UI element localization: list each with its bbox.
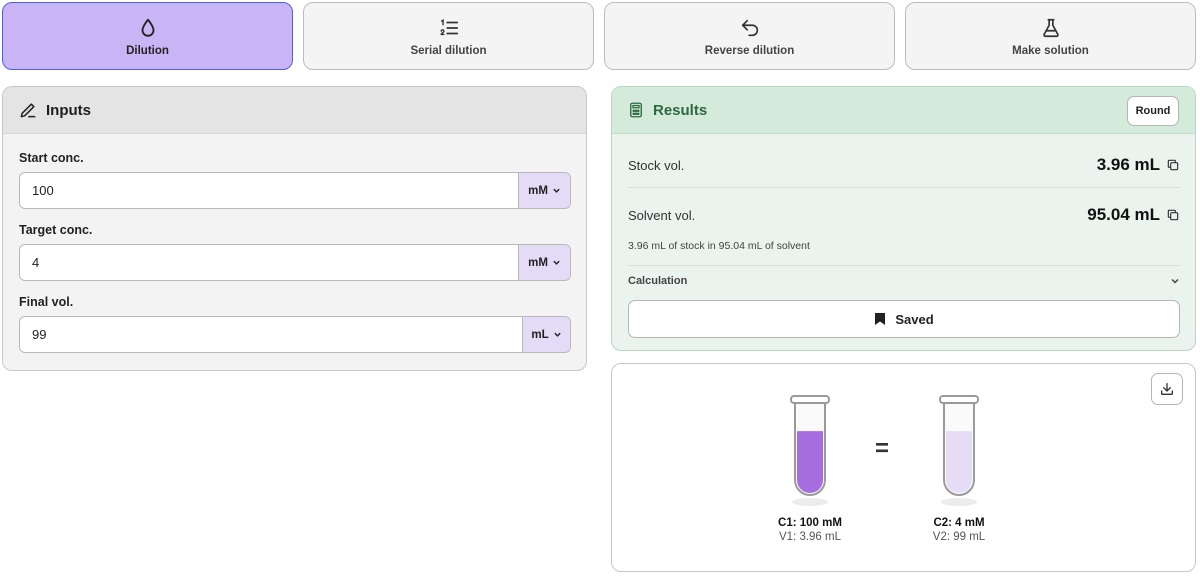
target-conc-label: Target conc. xyxy=(19,223,93,237)
final-vol-field: 99 mL xyxy=(19,316,571,353)
tube-rim xyxy=(790,395,830,404)
solvent-vol-value-group: 95.04 mL xyxy=(1087,205,1180,225)
final-volume: V2: 99 mL xyxy=(932,531,986,543)
solvent-vol-label: Solvent vol. xyxy=(628,207,696,223)
droplet-icon xyxy=(141,18,154,37)
download-icon xyxy=(1161,383,1173,395)
stock-volume: V1: 3.96 mL xyxy=(778,531,841,543)
start-conc-input[interactable]: 100 xyxy=(20,173,518,208)
tab-label: Dilution xyxy=(126,45,169,57)
inputs-header: Inputs xyxy=(3,87,586,134)
inputs-panel: Inputs Start conc. 100 mM Target conc. 4… xyxy=(2,86,587,371)
start-conc-label: Start conc. xyxy=(19,151,84,165)
stock-concentration: C1: 100 mM xyxy=(778,517,842,529)
round-button[interactable]: Round xyxy=(1127,96,1179,126)
tab-dilution[interactable]: Dilution xyxy=(2,2,293,70)
numbered-list-icon xyxy=(440,18,458,36)
target-conc-input[interactable]: 4 xyxy=(20,245,518,280)
calculation-toggle[interactable]: Calculation xyxy=(628,275,1180,287)
copy-icon[interactable] xyxy=(1166,158,1180,172)
tab-reverse-dilution[interactable]: Reverse dilution xyxy=(604,2,895,70)
unit-label: mM xyxy=(528,184,548,197)
tube-rim xyxy=(939,395,979,404)
calculator-icon xyxy=(630,102,642,118)
download-button[interactable] xyxy=(1151,373,1183,405)
calculator-mode-tabs: Dilution Serial dilution Reverse dilutio… xyxy=(2,2,1197,70)
equals-sign: = xyxy=(875,435,890,462)
final-vol-unit-select[interactable]: mL xyxy=(522,317,570,352)
bookmark-icon xyxy=(875,313,886,325)
solvent-vol-row: Solvent vol. 95.04 mL xyxy=(628,205,1180,225)
flask-icon xyxy=(1042,18,1059,38)
undo-arrow-icon xyxy=(741,19,758,37)
tab-serial-dilution[interactable]: Serial dilution xyxy=(303,2,594,70)
tube-liquid xyxy=(797,431,823,493)
tab-label: Serial dilution xyxy=(410,45,487,57)
chevron-down-icon xyxy=(553,260,560,265)
divider xyxy=(628,265,1180,266)
tube-liquid xyxy=(946,431,972,493)
tube-shadow xyxy=(792,498,828,506)
solvent-vol-value: 95.04 mL xyxy=(1087,205,1160,224)
diluted-tube xyxy=(939,395,979,506)
chevron-down-icon xyxy=(553,332,561,337)
chevron-down-icon xyxy=(553,188,560,193)
divider xyxy=(628,187,1180,188)
stock-vol-label: Stock vol. xyxy=(628,157,685,173)
stock-vol-row: Stock vol. 3.96 mL xyxy=(628,155,1180,175)
stock-vol-value: 3.96 mL xyxy=(1096,155,1160,174)
results-panel: Results Round Stock vol. 3.96 mL Solvent… xyxy=(611,86,1196,351)
saved-button[interactable]: Saved xyxy=(628,300,1180,338)
final-vol-label: Final vol. xyxy=(19,295,74,309)
result-summary: 3.96 mL of stock in 95.04 mL of solvent xyxy=(628,240,810,252)
unit-label: mM xyxy=(528,256,548,269)
chevron-down-icon xyxy=(1171,278,1179,284)
tab-label: Make solution xyxy=(1012,45,1089,57)
tab-label: Reverse dilution xyxy=(704,45,795,57)
start-conc-unit-select[interactable]: mM xyxy=(518,173,570,208)
saved-label: Saved xyxy=(895,311,934,327)
target-conc-field: 4 mM xyxy=(19,244,571,281)
start-conc-field: 100 mM xyxy=(19,172,571,209)
tab-make-solution[interactable]: Make solution xyxy=(905,2,1196,70)
dilution-visual-panel: = C1: 100 mM V1: 3.96 mL C2: 4 mM V2: 99… xyxy=(611,363,1196,572)
stock-vol-value-group: 3.96 mL xyxy=(1097,155,1180,175)
final-concentration: C2: 4 mM xyxy=(933,517,985,529)
final-vol-input[interactable]: 99 xyxy=(20,317,522,352)
inputs-title: Inputs xyxy=(46,101,91,119)
diluted-tube-caption: C2: 4 mM V2: 99 mL xyxy=(899,517,1019,543)
tube-shadow xyxy=(941,498,977,506)
target-conc-unit-select[interactable]: mM xyxy=(518,245,570,280)
results-title: Results xyxy=(653,101,708,119)
results-header: Results Round xyxy=(612,87,1195,134)
calculation-label: Calculation xyxy=(628,275,688,287)
stock-tube xyxy=(790,395,830,506)
stock-tube-caption: C1: 100 mM V1: 3.96 mL xyxy=(750,517,870,543)
unit-label: mL xyxy=(531,328,549,341)
pencil-icon xyxy=(20,103,36,118)
copy-icon[interactable] xyxy=(1166,208,1180,222)
